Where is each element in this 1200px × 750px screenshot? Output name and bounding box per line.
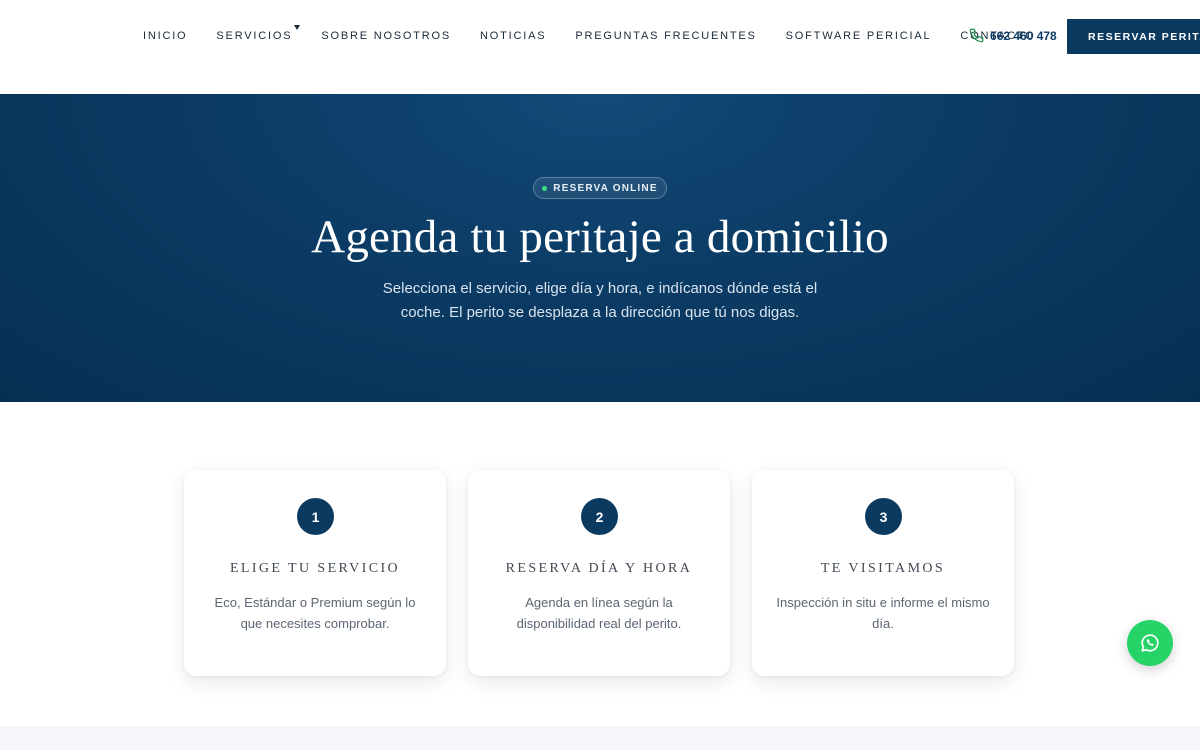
step-description: Agenda en línea según la disponibilidad … bbox=[516, 595, 682, 631]
step-card-1: 1 ELIGE TU SERVICIO Eco, Estándar o Prem… bbox=[184, 470, 446, 676]
phone-number: 662 460 478 bbox=[990, 28, 1057, 43]
step-number: 2 bbox=[581, 498, 618, 535]
reservar-peritaje-label: RESERVAR PERITAJE bbox=[1088, 30, 1200, 43]
nav-item-servicios-label: SERVICIOS bbox=[216, 30, 293, 42]
step-number: 3 bbox=[865, 498, 902, 535]
nav-item-software-pericial[interactable]: SOFTWARE PERICIAL bbox=[786, 30, 932, 42]
step-title: RESERVA DÍA Y HORA bbox=[505, 561, 693, 576]
step-title: ELIGE TU SERVICIO bbox=[229, 561, 401, 576]
hero-title: Agenda tu peritaje a domicilio bbox=[311, 211, 889, 263]
step-card-3: 3 TE VISITAMOS Inspección in situ e info… bbox=[752, 470, 1014, 676]
reserva-online-badge: RESERVA ONLINE bbox=[533, 177, 667, 199]
phone-icon bbox=[969, 28, 984, 43]
site-header: INICIO SERVICIOS SOBRE NOSOTROS NOTICIAS… bbox=[0, 0, 1200, 94]
next-section-strip bbox=[0, 726, 1200, 750]
badge-label: RESERVA ONLINE bbox=[553, 182, 658, 194]
hero-section: RESERVA ONLINE Agenda tu peritaje a domi… bbox=[0, 94, 1200, 402]
status-dot bbox=[542, 185, 548, 191]
reservar-peritaje-button[interactable]: RESERVAR PERITAJE bbox=[1067, 19, 1200, 54]
whatsapp-icon bbox=[1141, 634, 1159, 652]
nav-item-preguntas-frecuentes[interactable]: PREGUNTAS FRECUENTES bbox=[575, 30, 756, 42]
phone-link[interactable]: 662 460 478 bbox=[969, 28, 1057, 43]
nav-item-inicio[interactable]: INICIO bbox=[143, 30, 187, 42]
step-number: 1 bbox=[297, 498, 334, 535]
main-nav: INICIO SERVICIOS SOBRE NOSOTROS NOTICIAS… bbox=[143, 25, 1065, 42]
steps-section: 1 ELIGE TU SERVICIO Eco, Estándar o Prem… bbox=[184, 470, 1014, 676]
nav-item-noticias[interactable]: NOTICIAS bbox=[480, 30, 546, 42]
step-title: TE VISITAMOS bbox=[820, 561, 946, 576]
nav-item-servicios[interactable]: SERVICIOS bbox=[216, 25, 301, 42]
whatsapp-button[interactable] bbox=[1127, 620, 1173, 666]
step-card-2: 2 RESERVA DÍA Y HORA Agenda en línea seg… bbox=[468, 470, 730, 676]
step-description: Inspección in situ e informe el mismo dí… bbox=[776, 595, 990, 631]
hero-subtitle: Selecciona el servicio, elige día y hora… bbox=[382, 280, 818, 321]
nav-item-sobre-nosotros[interactable]: SOBRE NOSOTROS bbox=[321, 30, 451, 42]
chevron-down-icon bbox=[294, 25, 301, 30]
step-description: Eco, Estándar o Premium según lo que nec… bbox=[214, 595, 416, 631]
